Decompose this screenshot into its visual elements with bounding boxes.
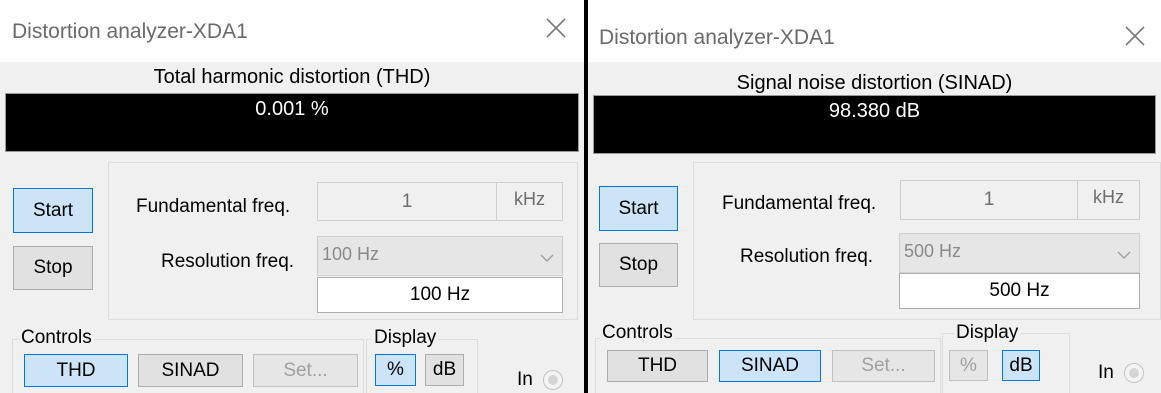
chevron-down-icon	[540, 247, 554, 268]
title-bar: Distortion analyzer-XDA1	[588, 0, 1161, 62]
measurement-label: Signal noise distortion (SINAD)	[736, 72, 1013, 94]
resolution-selected-value: 500 Hz	[904, 241, 962, 261]
start-button[interactable]: Start	[13, 188, 93, 233]
controls-group-label: Controls	[600, 322, 675, 344]
measurement-label: Total harmonic distortion (THD)	[153, 66, 431, 88]
distortion-analyzer-window-thd: Distortion analyzer-XDA1 Total harmonic …	[0, 0, 584, 393]
measurement-value: 98.380 dB	[828, 100, 921, 122]
window-title: Distortion analyzer-XDA1	[12, 20, 248, 43]
resolution-freq-readout: 100 Hz	[317, 277, 563, 313]
resolution-freq-label: Resolution freq.	[740, 246, 874, 267]
title-bar: Distortion analyzer-XDA1	[0, 0, 584, 62]
stop-button[interactable]: Stop	[13, 246, 93, 290]
resolution-freq-select[interactable]: 100 Hz	[317, 236, 563, 276]
resolution-freq-readout: 500 Hz	[899, 273, 1140, 309]
thd-button[interactable]: THD	[607, 350, 708, 382]
measurement-value: 0.001 %	[255, 98, 329, 120]
input-label: In	[517, 369, 533, 390]
window-title: Distortion analyzer-XDA1	[599, 26, 835, 49]
fundamental-freq-input[interactable]: 1	[900, 180, 1078, 220]
sinad-button[interactable]: SINAD	[719, 350, 821, 382]
fundamental-freq-input[interactable]: 1	[317, 182, 497, 221]
input-radio[interactable]	[1124, 363, 1144, 383]
resolution-freq-select[interactable]: 500 Hz	[899, 233, 1140, 273]
fundamental-freq-label: Fundamental freq.	[722, 193, 877, 214]
set-button[interactable]: Set...	[253, 354, 358, 387]
db-button[interactable]: dB	[425, 354, 464, 386]
percent-button[interactable]: %	[375, 354, 416, 386]
fundamental-unit-label: kHz	[496, 182, 563, 221]
display-group-label: Display	[372, 327, 439, 349]
input-radio[interactable]	[543, 370, 563, 390]
distortion-analyzer-window-sinad: Distortion analyzer-XDA1 Signal noise di…	[588, 0, 1161, 393]
measurement-display: 98.380 dB	[593, 95, 1156, 154]
resolution-freq-label: Resolution freq.	[161, 251, 295, 272]
set-button[interactable]: Set...	[832, 350, 935, 382]
measurement-display: 0.001 %	[5, 93, 579, 152]
stop-button[interactable]: Stop	[599, 243, 678, 287]
fundamental-unit-label: kHz	[1077, 180, 1140, 220]
percent-button[interactable]: %	[949, 350, 988, 381]
close-icon[interactable]	[1121, 22, 1149, 50]
chevron-down-icon	[1117, 244, 1131, 265]
thd-button[interactable]: THD	[24, 354, 128, 387]
start-button[interactable]: Start	[599, 186, 678, 231]
input-label: In	[1098, 362, 1114, 383]
controls-group-label: Controls	[19, 327, 94, 349]
fundamental-freq-label: Fundamental freq.	[136, 196, 291, 217]
display-group-label: Display	[954, 322, 1021, 344]
sinad-button[interactable]: SINAD	[138, 354, 243, 387]
resolution-selected-value: 100 Hz	[322, 244, 380, 264]
close-icon[interactable]	[542, 14, 570, 42]
db-button[interactable]: dB	[1002, 350, 1040, 381]
